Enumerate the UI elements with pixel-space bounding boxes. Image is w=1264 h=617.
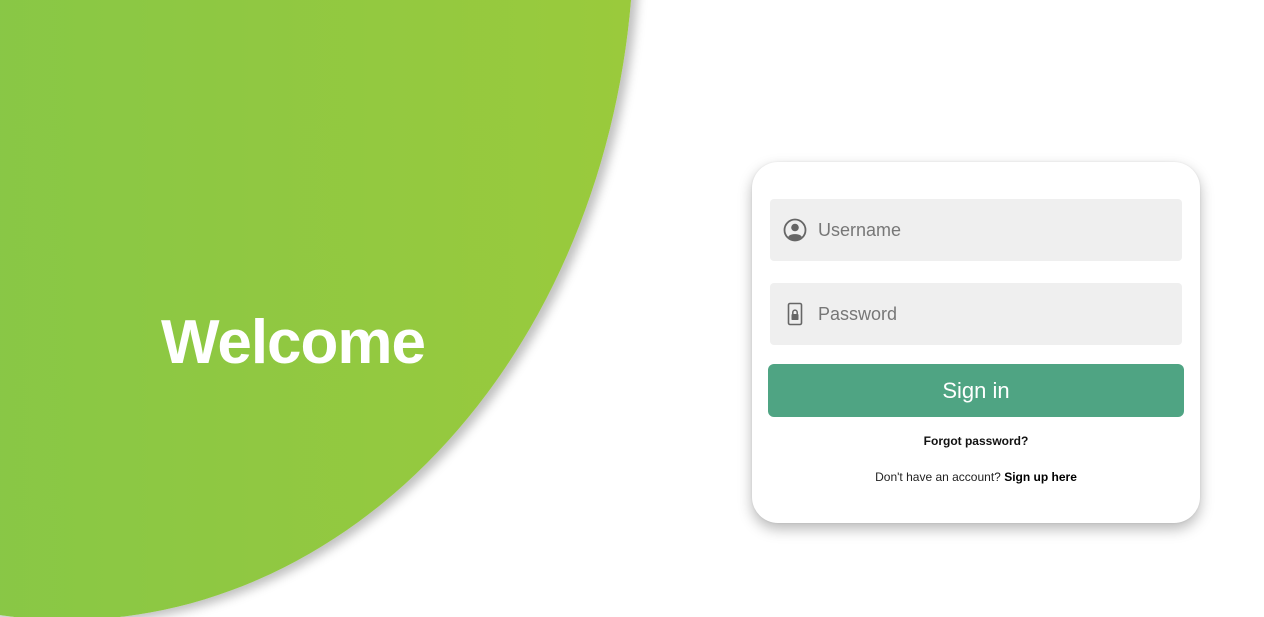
sign-in-button[interactable]: Sign in [768,364,1184,417]
password-input[interactable] [818,303,1158,325]
login-card: Sign in Forgot password? Don't have an a… [752,162,1200,523]
sign-up-link[interactable]: Sign up here [1004,470,1077,484]
lock-icon [783,302,807,326]
username-field[interactable] [770,199,1182,261]
user-circle-icon [783,218,807,242]
password-field[interactable] [770,283,1182,345]
signup-prompt-text: Don't have an account? [875,470,1001,484]
forgot-password-link[interactable]: Forgot password? [752,434,1200,448]
signup-prompt-line: Don't have an account? Sign up here [752,470,1200,484]
username-input[interactable] [818,219,1158,241]
login-page: Welcome Sign in Forgo [0,0,1264,617]
welcome-heading: Welcome [160,308,426,377]
